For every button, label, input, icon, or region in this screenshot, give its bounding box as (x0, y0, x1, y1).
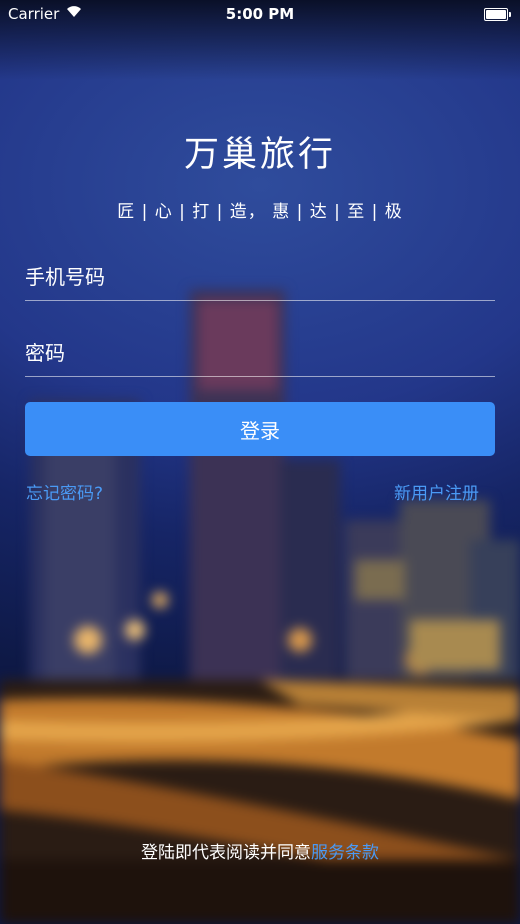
agreement-text: 登陆即代表阅读并同意服务条款 (0, 838, 520, 863)
password-field (25, 330, 495, 377)
terms-link[interactable]: 服务条款 (311, 843, 379, 863)
register-link[interactable]: 新用户注册 (394, 479, 479, 504)
app-title: 万巢旅行 (183, 135, 336, 175)
battery-icon (484, 8, 511, 21)
phone-input[interactable] (25, 254, 495, 300)
agreement-label: 登陆即代表阅读并同意 (141, 843, 311, 863)
password-input[interactable] (25, 330, 495, 376)
phone-field (25, 254, 495, 301)
status-bar: Carrier 5:00 PM (0, 0, 520, 28)
status-time: 5:00 PM (225, 5, 295, 23)
forgot-password-link[interactable]: 忘记密码? (26, 479, 103, 504)
login-button[interactable]: 登录 (25, 402, 495, 456)
app-slogan: 匠 | 心 | 打 | 造， 惠 | 达 | 至 | 极 (117, 202, 403, 222)
